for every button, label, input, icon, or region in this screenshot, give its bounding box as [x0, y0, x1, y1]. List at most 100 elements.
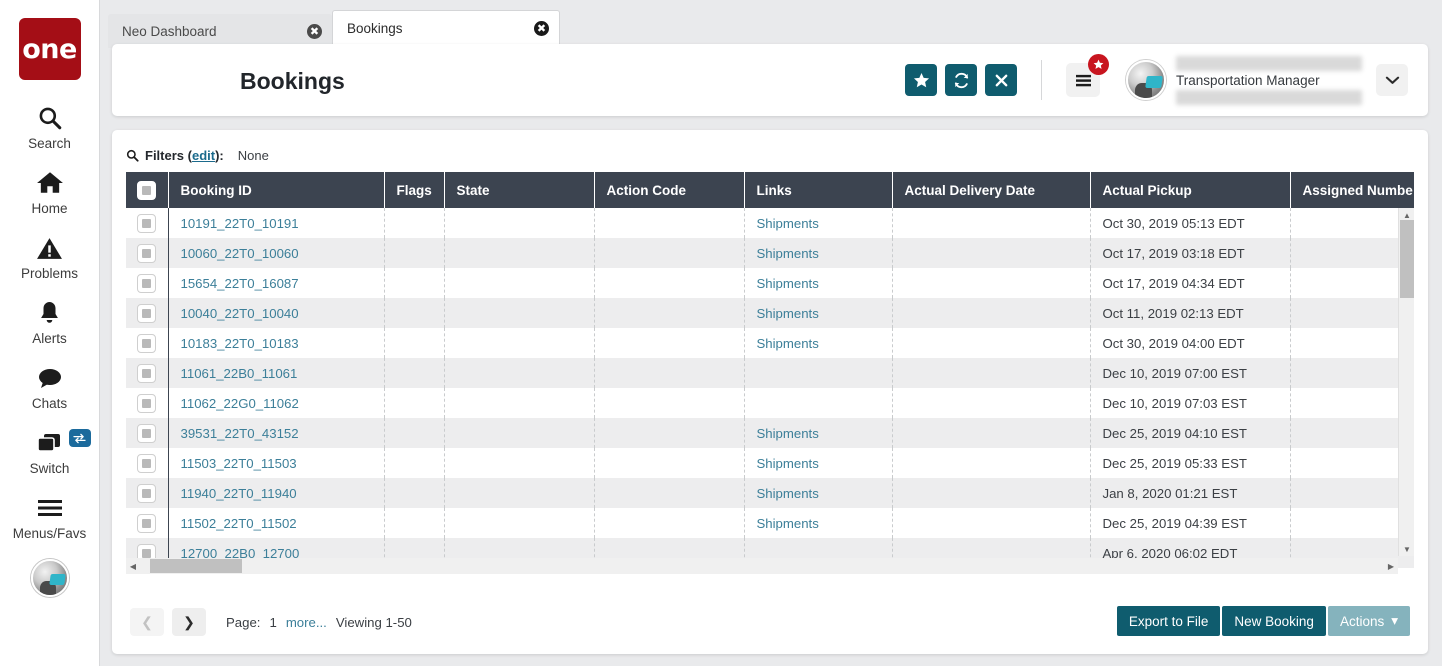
horizontal-scrollbar[interactable]: ◀ ▶ — [126, 558, 1398, 574]
table-row[interactable]: 11061_22B0_11061Dec 10, 2019 07:00 EST — [126, 358, 1414, 388]
favorite-button[interactable] — [905, 64, 937, 96]
user-avatar[interactable] — [1126, 60, 1166, 100]
cell-links[interactable]: Shipments — [744, 238, 892, 268]
shipments-link[interactable]: Shipments — [757, 276, 819, 291]
shipments-link[interactable]: Shipments — [757, 426, 819, 441]
table-row[interactable]: 11503_22T0_11503ShipmentsDec 25, 2019 05… — [126, 448, 1414, 478]
select-all-checkbox[interactable] — [137, 181, 156, 200]
refresh-button[interactable] — [945, 64, 977, 96]
row-checkbox[interactable] — [137, 334, 156, 353]
shipments-link[interactable]: Shipments — [757, 246, 819, 261]
column-state[interactable]: State — [444, 172, 594, 208]
table-row[interactable]: 10183_22T0_10183ShipmentsOct 30, 2019 04… — [126, 328, 1414, 358]
booking-id-link[interactable]: 11502_22T0_11502 — [181, 516, 297, 531]
scroll-down-arrow[interactable]: ▼ — [1399, 542, 1415, 556]
cell-links[interactable]: Shipments — [744, 328, 892, 358]
shipments-link[interactable]: Shipments — [757, 456, 819, 471]
row-checkbox[interactable] — [137, 424, 156, 443]
booking-id-link[interactable]: 10060_22T0_10060 — [181, 246, 299, 261]
shipments-link[interactable]: Shipments — [757, 486, 819, 501]
sidebar-item-chats[interactable]: Chats — [0, 362, 100, 411]
row-checkbox[interactable] — [137, 364, 156, 383]
row-select-cell[interactable] — [126, 208, 168, 238]
row-select-cell[interactable] — [126, 418, 168, 448]
row-checkbox[interactable] — [137, 484, 156, 503]
table-row[interactable]: 11502_22T0_11502ShipmentsDec 25, 2019 04… — [126, 508, 1414, 538]
bookings-table-scroll[interactable]: Booking ID Flags State Action Code Links… — [126, 172, 1414, 582]
scroll-right-arrow[interactable]: ▶ — [1384, 558, 1398, 574]
row-checkbox[interactable] — [137, 214, 156, 233]
table-row[interactable]: 10040_22T0_10040ShipmentsOct 11, 2019 02… — [126, 298, 1414, 328]
sidebar-item-alerts[interactable]: Alerts — [0, 297, 100, 346]
select-all-cell[interactable] — [126, 172, 168, 208]
tab-bookings[interactable]: Bookings ✖ — [332, 10, 560, 48]
close-button[interactable] — [985, 64, 1017, 96]
new-booking-button[interactable]: New Booking — [1222, 606, 1326, 636]
filters-edit-link[interactable]: edit — [192, 148, 215, 163]
booking-id-link[interactable]: 11062_22G0_11062 — [181, 396, 299, 411]
more-link[interactable]: more... — [286, 615, 327, 630]
booking-id-link[interactable]: 11940_22T0_11940 — [181, 486, 297, 501]
user-menu-button[interactable] — [1376, 64, 1408, 96]
cell-booking-id[interactable]: 11061_22B0_11061 — [168, 358, 384, 388]
row-select-cell[interactable] — [126, 508, 168, 538]
sidebar-item-problems[interactable]: Problems — [0, 232, 100, 281]
cell-links[interactable]: Shipments — [744, 478, 892, 508]
column-assigned-number[interactable]: Assigned Numbe — [1290, 172, 1414, 208]
booking-id-link[interactable]: 10183_22T0_10183 — [181, 336, 299, 351]
cell-links[interactable]: Shipments — [744, 298, 892, 328]
shipments-link[interactable]: Shipments — [757, 336, 819, 351]
column-flags[interactable]: Flags — [384, 172, 444, 208]
row-checkbox[interactable] — [137, 514, 156, 533]
cell-booking-id[interactable]: 11940_22T0_11940 — [168, 478, 384, 508]
row-select-cell[interactable] — [126, 388, 168, 418]
column-booking-id[interactable]: Booking ID — [168, 172, 384, 208]
cell-links[interactable] — [744, 358, 892, 388]
swap-arrows-icon[interactable] — [69, 429, 91, 447]
cell-booking-id[interactable]: 10040_22T0_10040 — [168, 298, 384, 328]
cell-links[interactable]: Shipments — [744, 508, 892, 538]
cell-links[interactable]: Shipments — [744, 448, 892, 478]
row-checkbox[interactable] — [137, 244, 156, 263]
horizontal-scroll-thumb[interactable] — [150, 559, 242, 573]
row-select-cell[interactable] — [126, 358, 168, 388]
row-select-cell[interactable] — [126, 328, 168, 358]
column-actual-pickup[interactable]: Actual Pickup — [1090, 172, 1290, 208]
row-checkbox[interactable] — [137, 454, 156, 473]
vertical-scroll-thumb[interactable] — [1400, 220, 1414, 298]
cell-booking-id[interactable]: 10183_22T0_10183 — [168, 328, 384, 358]
cell-booking-id[interactable]: 11503_22T0_11503 — [168, 448, 384, 478]
row-select-cell[interactable] — [126, 268, 168, 298]
table-row[interactable]: 10191_22T0_10191ShipmentsOct 30, 2019 05… — [126, 208, 1414, 238]
close-icon[interactable]: ✖ — [307, 24, 322, 39]
cell-booking-id[interactable]: 39531_22T0_43152 — [168, 418, 384, 448]
cell-booking-id[interactable]: 10060_22T0_10060 — [168, 238, 384, 268]
row-select-cell[interactable] — [126, 298, 168, 328]
cell-booking-id[interactable]: 15654_22T0_16087 — [168, 268, 384, 298]
sidebar-item-search[interactable]: Search — [0, 102, 100, 151]
shipments-link[interactable]: Shipments — [757, 306, 819, 321]
booking-id-link[interactable]: 11061_22B0_11061 — [181, 366, 298, 381]
sidebar-item-switch[interactable]: Switch — [0, 427, 100, 476]
actions-button[interactable]: Actions ▾ — [1328, 606, 1410, 636]
sidebar-avatar[interactable] — [31, 559, 69, 597]
cell-links[interactable]: Shipments — [744, 268, 892, 298]
row-checkbox[interactable] — [137, 394, 156, 413]
cell-links[interactable]: Shipments — [744, 208, 892, 238]
booking-id-link[interactable]: 10040_22T0_10040 — [181, 306, 299, 321]
cell-booking-id[interactable]: 11062_22G0_11062 — [168, 388, 384, 418]
sidebar-item-home[interactable]: Home — [0, 167, 100, 216]
table-row[interactable]: 39531_22T0_43152ShipmentsDec 25, 2019 04… — [126, 418, 1414, 448]
shipments-link[interactable]: Shipments — [757, 216, 819, 231]
table-row[interactable]: 11940_22T0_11940ShipmentsJan 8, 2020 01:… — [126, 478, 1414, 508]
prev-page-button[interactable]: ❮ — [130, 608, 164, 636]
header-menu-button[interactable] — [1066, 63, 1100, 97]
shipments-link[interactable]: Shipments — [757, 516, 819, 531]
column-links[interactable]: Links — [744, 172, 892, 208]
table-row[interactable]: 10060_22T0_10060ShipmentsOct 17, 2019 03… — [126, 238, 1414, 268]
tab-neo-dashboard[interactable]: Neo Dashboard ✖ — [108, 14, 332, 48]
row-checkbox[interactable] — [137, 274, 156, 293]
column-actual-delivery-date[interactable]: Actual Delivery Date — [892, 172, 1090, 208]
booking-id-link[interactable]: 10191_22T0_10191 — [181, 216, 299, 231]
cell-links[interactable]: Shipments — [744, 418, 892, 448]
